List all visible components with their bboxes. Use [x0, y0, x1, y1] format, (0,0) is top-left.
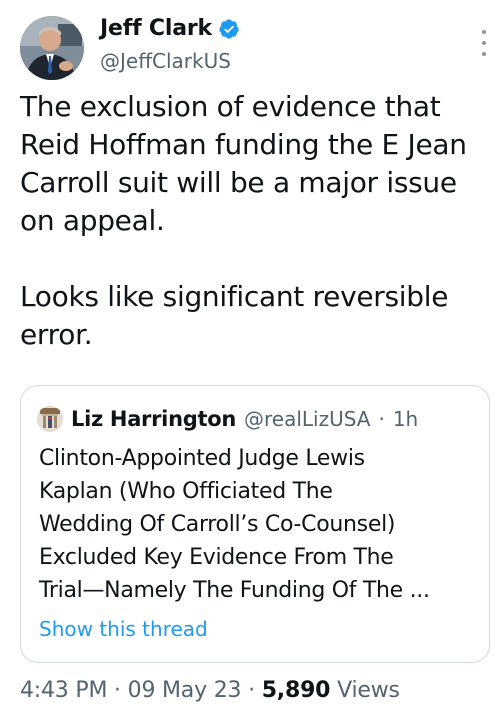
views-count: 5,890 — [261, 678, 331, 703]
quoted-text-line: Clinton-Appointed Judge Lewis — [39, 446, 365, 471]
meta-separator: · — [248, 678, 255, 703]
quoted-tweet-card[interactable]: Liz Harrington @realLizUSA · 1h Clinton-… — [20, 385, 490, 663]
tweet: Jeff Clark @JeffClarkUS The exclusion of… — [0, 0, 504, 720]
quoted-text-line: Wedding Of Carroll’s Co-Counsel) — [39, 512, 396, 537]
author-avatar[interactable] — [20, 16, 84, 80]
quoted-text-line: Excluded Key Evidence From The — [39, 545, 394, 570]
author-handle[interactable]: @JeffClarkUS — [100, 49, 231, 73]
tweet-time[interactable]: 4:43 PM — [20, 678, 107, 703]
tweet-text: The exclusion of evidence that Reid Hoff… — [20, 88, 490, 354]
author-name-row: Jeff Clark — [100, 16, 240, 41]
quoted-author-avatar — [37, 406, 63, 432]
verified-badge-icon — [218, 18, 240, 40]
quoted-separator: · — [378, 407, 385, 431]
quoted-handle[interactable]: @realLizUSA — [244, 407, 370, 431]
quoted-display-name[interactable]: Liz Harrington — [71, 407, 236, 431]
quoted-text-line: Kaplan (Who Officiated The — [39, 479, 333, 504]
author-display-name[interactable]: Jeff Clark — [100, 16, 212, 41]
quoted-text-line: Trial—Namely The Funding Of The ... — [39, 578, 430, 603]
tweet-paragraph: The exclusion of evidence that Reid Hoff… — [20, 90, 467, 237]
more-dot — [482, 41, 486, 45]
tweet-meta: 4:43 PM · 09 May 23 · 5,890 Views — [20, 678, 400, 703]
more-vertical-icon[interactable] — [480, 30, 488, 56]
author-avatar-image — [20, 16, 84, 80]
tweet-date[interactable]: 09 May 23 — [128, 678, 242, 703]
views-label: Views — [337, 678, 400, 703]
more-dot — [482, 30, 486, 34]
quoted-tweet-text: Clinton-Appointed Judge Lewis Kaplan (Wh… — [39, 442, 479, 607]
meta-separator: · — [114, 678, 121, 703]
tweet-paragraph: Looks like significant reversible error. — [20, 280, 449, 351]
quoted-timestamp[interactable]: 1h — [393, 407, 418, 431]
show-thread-link[interactable]: Show this thread — [39, 617, 208, 641]
quoted-tweet-header: Liz Harrington @realLizUSA · 1h — [37, 406, 418, 432]
more-dot — [482, 52, 486, 56]
